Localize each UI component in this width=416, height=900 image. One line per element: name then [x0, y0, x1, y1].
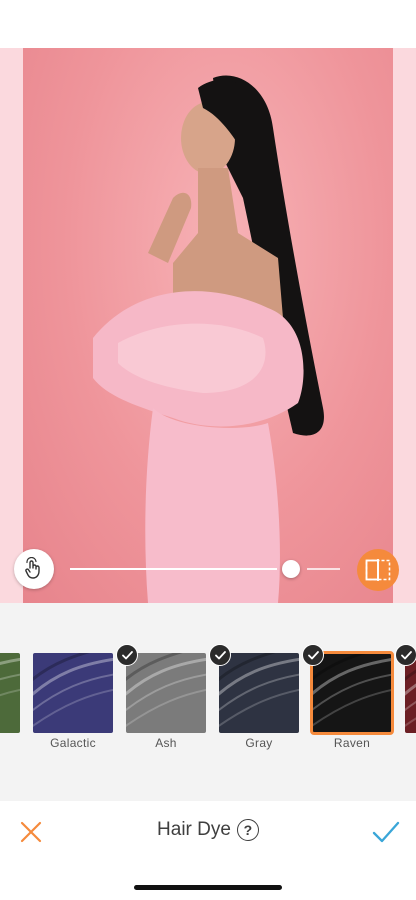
home-indicator: [134, 885, 282, 890]
portrait-illustration: [93, 75, 324, 603]
help-circle-icon[interactable]: ?: [236, 819, 259, 841]
hair-swatch[interactable]: [126, 653, 206, 733]
confirm-button[interactable]: [372, 820, 400, 844]
hair-texture-icon: [219, 653, 299, 733]
hair-texture-icon: [312, 653, 392, 733]
checkmark-icon: [372, 821, 400, 843]
hair-color-strip[interactable]: en Galactic Ash Gray Raven: [0, 603, 416, 801]
compare-button[interactable]: [357, 549, 399, 591]
hair-swatch[interactable]: [33, 653, 113, 733]
tool-title: Hair Dye: [157, 819, 231, 840]
touch-mode-button[interactable]: [14, 549, 54, 589]
hair-swatch[interactable]: [0, 653, 20, 733]
hair-swatch[interactable]: [310, 651, 394, 735]
compare-split-icon: [365, 559, 391, 581]
hair-texture-icon: [33, 653, 113, 733]
tool-title-group: Hair Dye?: [0, 819, 416, 841]
hair-texture-icon: [0, 653, 20, 733]
intensity-slider[interactable]: [70, 560, 340, 578]
hair-swatch[interactable]: [219, 653, 299, 733]
swatch-label: Galactic: [50, 736, 96, 750]
swatch-label: Raven: [333, 736, 371, 750]
swatch-label: Gray: [245, 736, 273, 750]
checkmark-badge-icon: [302, 644, 324, 666]
slider-fill: [70, 568, 277, 570]
slider-knob[interactable]: [282, 560, 300, 578]
bottom-toolbar: Hair Dye?: [0, 801, 416, 900]
swatch-label: Ash: [155, 736, 177, 750]
checkmark-badge-icon: [116, 644, 138, 666]
slider-remaining: [307, 568, 340, 570]
photo-canvas[interactable]: [23, 48, 393, 603]
checkmark-badge-icon: [209, 644, 231, 666]
swatch-label: en: [0, 736, 25, 750]
touch-hand-icon: [25, 557, 40, 579]
hair-texture-icon: [126, 653, 206, 733]
checkmark-badge-icon: [395, 644, 416, 666]
